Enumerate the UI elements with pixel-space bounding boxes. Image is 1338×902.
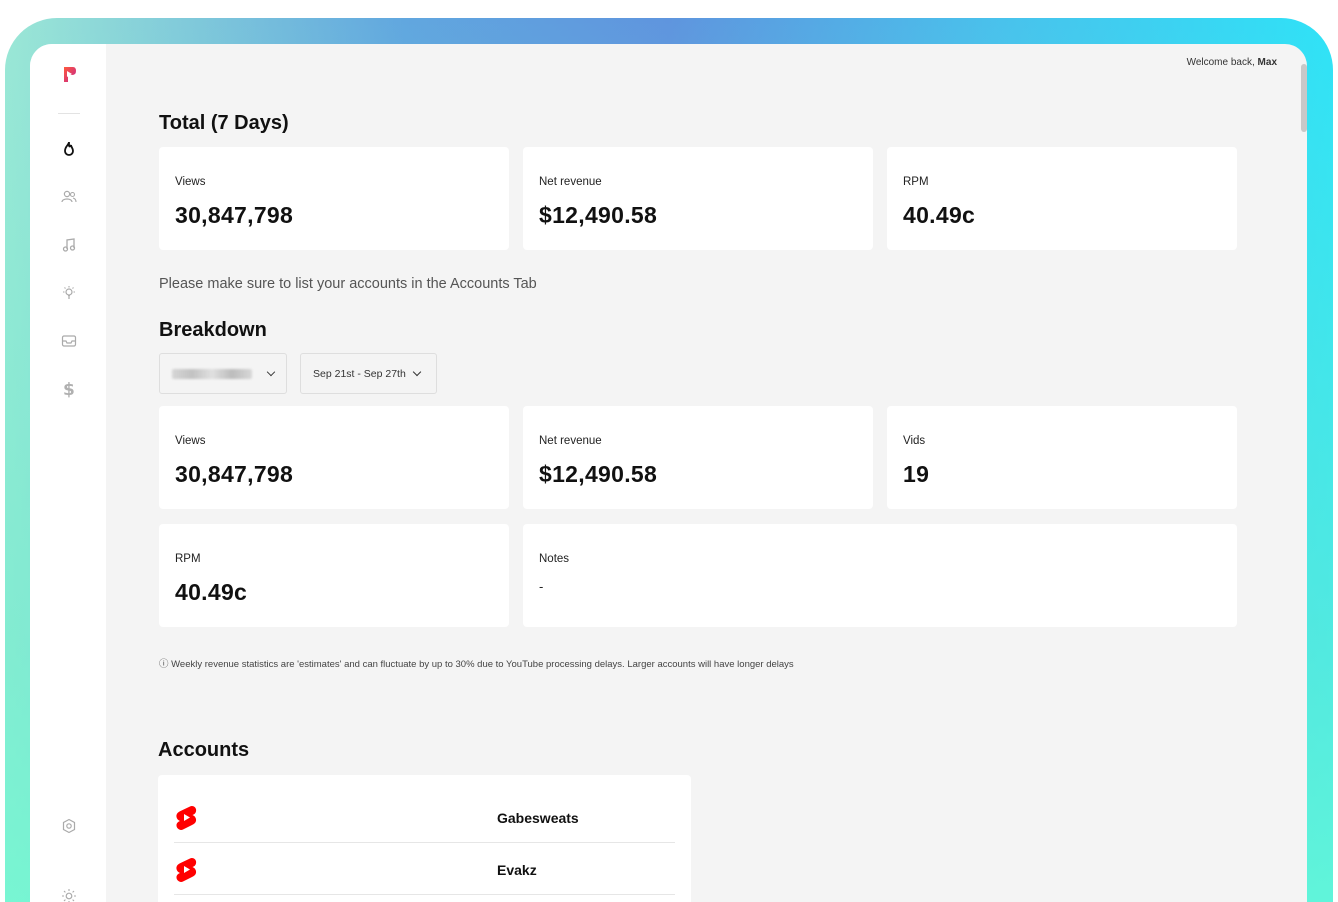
total-revenue-card: Net revenue $12,490.58 [523,147,873,250]
account-row[interactable]: Gabesweats [174,791,675,843]
card-value: $12,490.58 [539,202,658,228]
total-rpm-card: RPM 40.49c [887,147,1237,250]
date-range-select[interactable]: Sep 21st - Sep 27th [300,353,437,394]
card-label: Views [175,435,206,447]
svg-text:$: $ [63,380,75,398]
date-range-value: Sep 21st - Sep 27th [313,367,406,380]
account-select[interactable] [159,353,287,394]
total-section-title: Total (7 Days) [159,112,289,134]
accounts-section-title: Accounts [158,739,250,761]
account-name: Gabesweats [497,810,579,826]
breakdown-views-card: Views 30,847,798 [159,406,509,509]
breakdown-rpm-card: RPM 40.49c [159,524,509,627]
accounts-list: Gabesweats Evakz [158,775,691,902]
account-name: Evakz [497,862,537,878]
app-logo-icon[interactable] [61,66,77,84]
youtube-shorts-icon [174,857,198,883]
card-value: 30,847,798 [175,461,294,487]
card-label: RPM [175,553,201,565]
music-note-icon[interactable] [59,235,79,255]
revenue-disclaimer: ⓘ Weekly revenue statistics are 'estimat… [159,659,794,670]
breakdown-section-title: Breakdown [159,319,267,341]
card-value: 19 [903,461,930,487]
card-label: Notes [539,553,570,565]
inbox-icon[interactable] [59,331,79,351]
sun-icon[interactable] [59,886,79,902]
account-row[interactable]: Evakz [174,843,675,895]
youtube-shorts-icon [174,805,198,831]
chevron-down-icon [266,367,276,377]
main-content: Welcome back, Max Total (7 Days) Views 3… [106,44,1307,902]
total-views-card: Views 30,847,798 [159,147,509,250]
user-name: Max [1257,57,1277,68]
breakdown-notes-card: Notes - [523,524,1237,627]
card-label: RPM [903,176,929,188]
card-label: Views [175,176,206,188]
accounts-notice: Please make sure to list your accounts i… [159,276,537,292]
lightbulb-icon[interactable] [59,283,79,303]
sidebar: $ [30,44,106,902]
flame-icon[interactable] [59,139,79,159]
welcome-message: Welcome back, Max [1187,57,1277,68]
users-icon[interactable] [59,187,79,207]
card-label: Net revenue [539,176,602,188]
card-value: 30,847,798 [175,202,294,228]
breakdown-revenue-card: Net revenue $12,490.58 [523,406,873,509]
card-label: Net revenue [539,435,602,447]
dollar-icon[interactable]: $ [59,379,79,399]
card-label: Vids [903,435,926,447]
settings-icon[interactable] [59,816,79,836]
card-value: 40.49c [903,202,976,228]
sidebar-divider [58,113,80,114]
scrollbar[interactable] [1301,64,1307,132]
app-window: $ Welcome back, Max Total (7 Days) Views… [30,44,1307,902]
card-value: 40.49c [175,579,248,605]
notes-value: - [539,579,544,594]
chevron-down-icon [412,367,422,377]
card-value: $12,490.58 [539,461,658,487]
breakdown-vids-card: Vids 19 [887,406,1237,509]
welcome-prefix: Welcome back, [1186,57,1255,68]
redacted-account-name [172,368,253,379]
